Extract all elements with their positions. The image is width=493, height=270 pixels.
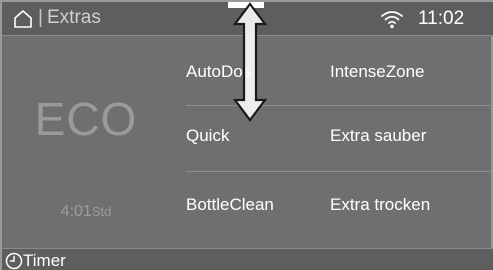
option-intensezone[interactable]: IntenseZone: [330, 62, 425, 82]
duration-unit: Std: [91, 204, 112, 219]
duration-value: 4:01: [60, 203, 92, 220]
appliance-display: | Extras 11:02 ECO 4:01Std AutoDos Inten…: [0, 0, 493, 270]
option-bottleclean[interactable]: BottleClean: [186, 195, 274, 215]
double-arrow-icon[interactable]: [232, 2, 268, 122]
options-row: BottleClean Extra trocken: [186, 171, 492, 241]
program-panel[interactable]: ECO 4:01Std: [2, 36, 170, 248]
bottom-bar: Timer: [2, 248, 493, 270]
breadcrumb-separator: |: [38, 7, 43, 28]
option-extra-trocken[interactable]: Extra trocken: [330, 195, 430, 215]
timer-button[interactable]: Timer: [23, 251, 66, 270]
clock-icon: [5, 252, 23, 270]
clock: 11:02: [418, 8, 465, 29]
menu-title: Extras: [47, 7, 101, 28]
option-extra-sauber[interactable]: Extra sauber: [330, 126, 426, 146]
wifi-icon: [381, 11, 403, 29]
program-name: ECO: [34, 93, 138, 145]
program-duration: 4:01Std: [2, 203, 170, 221]
home-icon[interactable]: [13, 9, 33, 29]
option-quick[interactable]: Quick: [186, 126, 229, 146]
